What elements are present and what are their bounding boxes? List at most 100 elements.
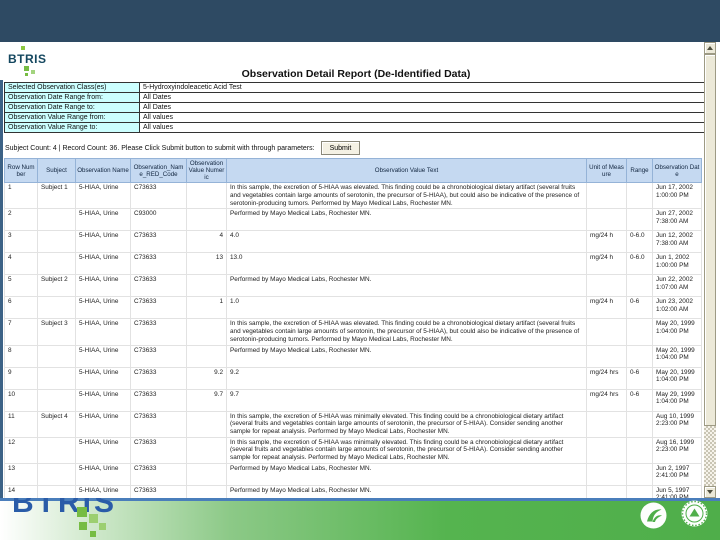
- cell-code: C93000: [130, 208, 187, 232]
- cell-subject: [37, 252, 76, 276]
- cell-code: C73633: [130, 274, 187, 298]
- cell-num: 4: [4, 252, 38, 276]
- parameter-value: All values: [139, 112, 706, 123]
- cell-date: Aug 16, 1999 2:23:00 PM: [652, 436, 702, 464]
- record-count-text: Subject Count: 4 | Record Count: 36. Ple…: [5, 144, 315, 152]
- cell-value_numeric: 13: [186, 252, 227, 276]
- cell-date: May 20, 1999 1:04:00 PM: [652, 344, 702, 368]
- left-border-line: [0, 80, 3, 498]
- cell-range: 0-6: [626, 366, 653, 390]
- cell-value_numeric: [186, 208, 227, 232]
- triangle-up-icon: [707, 46, 713, 50]
- parameter-value: 5-Hydroxyindoleacetic Acid Test: [139, 82, 706, 93]
- table-row: 7 Subject 3 5-HIAA, Urine C73633 In this sam…: [4, 318, 702, 346]
- cell-subject: Subject 2: [37, 274, 76, 298]
- cell-value_text: 13.0: [226, 252, 587, 276]
- cell-name: 5-HIAA, Urine: [75, 318, 131, 346]
- cell-value_numeric: [186, 462, 227, 486]
- column-header: Observation Name: [75, 157, 131, 184]
- column-header: Observation Value Numeric: [186, 157, 227, 184]
- logo-pixel-icon: [89, 514, 98, 523]
- logo-pixel-icon: [99, 523, 106, 530]
- submit-button[interactable]: Submit: [320, 141, 361, 155]
- cell-value_numeric: [186, 182, 227, 210]
- parameter-row: Observation Date Range from: All Dates: [4, 92, 706, 103]
- parameter-label: Selected Observation Class(es): [4, 82, 140, 93]
- cell-unit: [586, 410, 627, 438]
- parameter-row: Observation Value Range from: All values: [4, 112, 706, 123]
- column-header: Unit of Measure: [586, 157, 627, 184]
- cell-value_text: In this sample, the excretion of 5-HIAA …: [226, 436, 587, 464]
- cell-code: C73633: [130, 182, 187, 210]
- cell-value_numeric: [186, 410, 227, 438]
- cell-num: 2: [4, 208, 38, 232]
- nih-seal-icon: [681, 500, 708, 527]
- column-header: Observation Value Text: [226, 157, 587, 184]
- table-row: 9 5-HIAA, Urine C73633 9.2 9.2 mg/24 hrs 0-6 Ma…: [4, 366, 702, 390]
- cell-unit: [586, 208, 627, 232]
- column-header: Observation_Name_RED_Code: [130, 157, 187, 184]
- scrollbar-track[interactable]: [704, 54, 716, 486]
- slide-footer-band: BTRIS: [0, 498, 720, 540]
- cell-date: Jun 2, 1997 2:41:00 PM: [652, 462, 702, 486]
- cell-unit: mg/24 h: [586, 252, 627, 276]
- cell-value_text: In this sample, the excretion of 5-HIAA …: [226, 182, 587, 210]
- cell-num: 13: [4, 462, 38, 486]
- cell-code: C73633: [130, 388, 187, 412]
- parameter-label: Observation Date Range to:: [4, 102, 140, 113]
- scrollbar-thumb[interactable]: [704, 54, 716, 426]
- cell-name: 5-HIAA, Urine: [75, 366, 131, 390]
- vertical-scrollbar[interactable]: [704, 42, 716, 498]
- cell-date: Jun 27, 2002 7:38:00 AM: [652, 208, 702, 232]
- report-parameters-table: Selected Observation Class(es) 5-Hydroxyi…: [4, 82, 706, 133]
- cell-num: 8: [4, 344, 38, 368]
- cell-unit: [586, 484, 627, 498]
- cell-range: 0-6.0: [626, 252, 653, 276]
- cell-range: [626, 344, 653, 368]
- triangle-down-icon: [707, 490, 713, 494]
- column-header: Subject: [37, 157, 76, 184]
- cell-subject: [37, 208, 76, 232]
- cell-value_numeric: [186, 344, 227, 368]
- cell-date: Jun 17, 2002 1:00:00 PM: [652, 182, 702, 210]
- cell-unit: [586, 182, 627, 210]
- cell-value_numeric: [186, 274, 227, 298]
- cell-name: 5-HIAA, Urine: [75, 182, 131, 210]
- cell-value_text: Performed by Mayo Medical Labs, Rocheste…: [226, 462, 587, 486]
- cell-value_numeric: 1: [186, 296, 227, 320]
- cell-date: Jun 12, 2002 7:38:00 AM: [652, 230, 702, 254]
- cell-unit: mg/24 hrs: [586, 388, 627, 412]
- cell-range: 0-6: [626, 388, 653, 412]
- cell-value_numeric: [186, 318, 227, 346]
- column-header: Row Number: [4, 157, 38, 184]
- cell-unit: [586, 318, 627, 346]
- cell-num: 3: [4, 230, 38, 254]
- cell-range: [626, 318, 653, 346]
- cell-range: [626, 274, 653, 298]
- cell-name: 5-HIAA, Urine: [75, 344, 131, 368]
- cell-name: 5-HIAA, Urine: [75, 410, 131, 438]
- cell-num: 1: [4, 182, 38, 210]
- parameter-value: All Dates: [139, 102, 706, 113]
- scroll-up-button[interactable]: [704, 42, 716, 54]
- table-row: 12 5-HIAA, Urine C73633 In this sample, the…: [4, 436, 702, 464]
- scroll-down-button[interactable]: [704, 486, 716, 498]
- cell-range: 0-6: [626, 296, 653, 320]
- cell-name: 5-HIAA, Urine: [75, 462, 131, 486]
- column-header: Range: [626, 157, 653, 184]
- cell-range: [626, 462, 653, 486]
- cell-value_text: Performed by Mayo Medical Labs, Rocheste…: [226, 208, 587, 232]
- cell-code: C73633: [130, 462, 187, 486]
- logo-pixel-icon: [21, 46, 25, 50]
- slide: BTRIS Observation Detail Report (De-Iden…: [0, 0, 720, 540]
- cell-date: Jun 23, 2002 1:02:00 AM: [652, 296, 702, 320]
- cell-subject: Subject 1: [37, 182, 76, 210]
- cell-num: 11: [4, 410, 38, 438]
- table-row: 1 Subject 1 5-HIAA, Urine C73633 In this sam…: [4, 182, 702, 210]
- cell-value_numeric: [186, 484, 227, 498]
- cell-value_numeric: [186, 436, 227, 464]
- logo-pixel-icon: [79, 522, 87, 530]
- cell-range: [626, 484, 653, 498]
- cell-name: 5-HIAA, Urine: [75, 230, 131, 254]
- cell-date: Jun 1, 2002 1:00:00 PM: [652, 252, 702, 276]
